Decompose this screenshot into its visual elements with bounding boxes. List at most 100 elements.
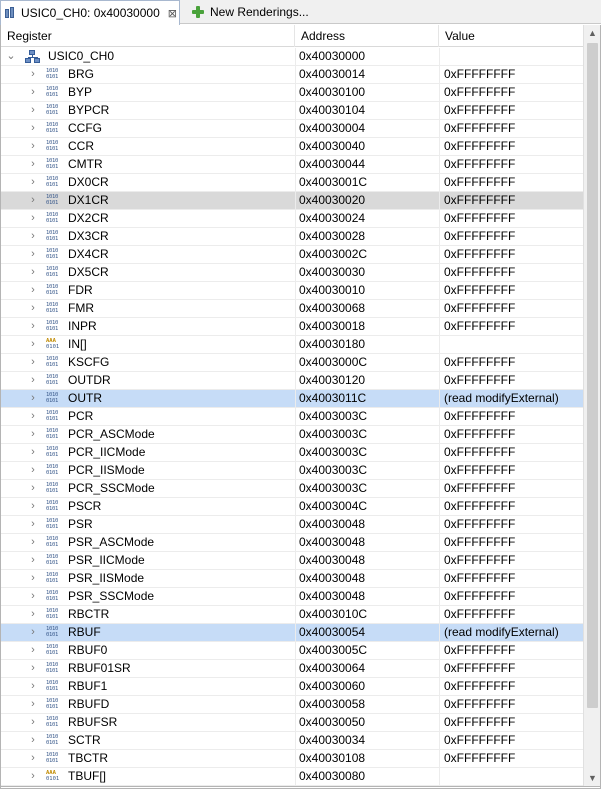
chevron-down-icon[interactable]: ⌄ (6, 48, 16, 65)
value-cell[interactable]: 0xFFFFFFFF (439, 714, 583, 732)
table-row[interactable]: › 1010 0101 PCR_ASCMode 0x4003003C 0xFFFFFFFF (1, 426, 583, 444)
value-cell[interactable]: 0xFFFFFFFF (439, 660, 583, 678)
scroll-up-arrow-icon[interactable]: ▲ (584, 25, 601, 42)
value-cell[interactable]: 0xFFFFFFFF (439, 120, 583, 138)
value-cell[interactable]: 0xFFFFFFFF (439, 282, 583, 300)
chevron-right-icon[interactable]: › (28, 336, 38, 353)
table-row[interactable]: › AAA 0101 TBUF[] 0x40030080 (1, 768, 583, 786)
value-cell[interactable]: (read modifyExternal) (439, 390, 583, 408)
table-row[interactable]: › 1010 0101 BRG 0x40030014 0xFFFFFFFF (1, 66, 583, 84)
table-row[interactable]: › 1010 0101 PCR 0x4003003C 0xFFFFFFFF (1, 408, 583, 426)
chevron-right-icon[interactable]: › (28, 678, 38, 695)
table-row[interactable]: › 1010 0101 DX3CR 0x40030028 0xFFFFFFFF (1, 228, 583, 246)
table-row[interactable]: › 1010 0101 DX1CR 0x40030020 0xFFFFFFFF (1, 192, 583, 210)
value-cell[interactable]: 0xFFFFFFFF (439, 318, 583, 336)
chevron-right-icon[interactable]: › (28, 570, 38, 587)
chevron-right-icon[interactable]: › (28, 606, 38, 623)
chevron-right-icon[interactable]: › (28, 372, 38, 389)
value-cell[interactable]: 0xFFFFFFFF (439, 606, 583, 624)
chevron-right-icon[interactable]: › (28, 66, 38, 83)
chevron-right-icon[interactable]: › (28, 156, 38, 173)
chevron-right-icon[interactable]: › (28, 120, 38, 137)
value-cell[interactable]: 0xFFFFFFFF (439, 696, 583, 714)
value-cell[interactable]: 0xFFFFFFFF (439, 516, 583, 534)
close-tab-icon[interactable]: ⊠ (168, 7, 177, 20)
table-row[interactable]: › 1010 0101 FMR 0x40030068 0xFFFFFFFF (1, 300, 583, 318)
table-row[interactable]: › 1010 0101 PSR_ASCMode 0x40030048 0xFFFFFFFF (1, 534, 583, 552)
chevron-right-icon[interactable]: › (28, 426, 38, 443)
table-row[interactable]: › 1010 0101 PCR_IICMode 0x4003003C 0xFFFFFFFF (1, 444, 583, 462)
table-row[interactable]: › 1010 0101 PSR 0x40030048 0xFFFFFFFF (1, 516, 583, 534)
chevron-right-icon[interactable]: › (28, 246, 38, 263)
value-cell[interactable]: 0xFFFFFFFF (439, 192, 583, 210)
value-cell[interactable]: 0xFFFFFFFF (439, 498, 583, 516)
chevron-right-icon[interactable]: › (28, 192, 38, 209)
chevron-right-icon[interactable]: › (28, 102, 38, 119)
chevron-right-icon[interactable]: › (28, 300, 38, 317)
value-cell[interactable] (439, 336, 583, 354)
table-row[interactable]: › 1010 0101 PSR_SSCMode 0x40030048 0xFFFFFFFF (1, 588, 583, 606)
value-cell[interactable]: 0xFFFFFFFF (439, 354, 583, 372)
value-cell[interactable]: 0xFFFFFFFF (439, 300, 583, 318)
value-cell[interactable]: 0xFFFFFFFF (439, 246, 583, 264)
table-row[interactable]: › 1010 0101 RBUF01SR 0x40030064 0xFFFFFFFF (1, 660, 583, 678)
table-row[interactable]: › 1010 0101 OUTDR 0x40030120 0xFFFFFFFF (1, 372, 583, 390)
value-cell[interactable]: 0xFFFFFFFF (439, 84, 583, 102)
tab-new-renderings[interactable]: New Renderings... (183, 0, 309, 24)
table-row[interactable]: › 1010 0101 RBUF 0x40030054 (read modifyExter… (1, 624, 583, 642)
table-row[interactable]: › 1010 0101 RBUF0 0x4003005C 0xFFFFFFFF (1, 642, 583, 660)
value-cell[interactable]: 0xFFFFFFFF (439, 570, 583, 588)
chevron-right-icon[interactable]: › (28, 516, 38, 533)
table-row[interactable]: › 1010 0101 KSCFG 0x4003000C 0xFFFFFFFF (1, 354, 583, 372)
scrollbar-thumb[interactable] (587, 43, 598, 708)
chevron-right-icon[interactable]: › (28, 282, 38, 299)
scroll-down-arrow-icon[interactable]: ▼ (584, 770, 601, 787)
chevron-right-icon[interactable]: › (28, 444, 38, 461)
chevron-right-icon[interactable]: › (28, 714, 38, 731)
chevron-right-icon[interactable]: › (28, 138, 38, 155)
vertical-scrollbar[interactable]: ▲ ▼ (583, 25, 600, 787)
table-row[interactable]: › 1010 0101 RBUF1 0x40030060 0xFFFFFFFF (1, 678, 583, 696)
value-cell[interactable]: 0xFFFFFFFF (439, 408, 583, 426)
chevron-right-icon[interactable]: › (28, 696, 38, 713)
chevron-right-icon[interactable]: › (28, 588, 38, 605)
chevron-right-icon[interactable]: › (28, 390, 38, 407)
value-cell[interactable]: 0xFFFFFFFF (439, 588, 583, 606)
table-row[interactable]: › 1010 0101 INPR 0x40030018 0xFFFFFFFF (1, 318, 583, 336)
table-row[interactable]: › 1010 0101 RBCTR 0x4003010C 0xFFFFFFFF (1, 606, 583, 624)
table-row[interactable]: › 1010 0101 FDR 0x40030010 0xFFFFFFFF (1, 282, 583, 300)
value-cell[interactable]: 0xFFFFFFFF (439, 462, 583, 480)
table-row[interactable]: › 1010 0101 RBUFD 0x40030058 0xFFFFFFFF (1, 696, 583, 714)
table-row[interactable]: › 1010 0101 PCR_SSCMode 0x4003003C 0xFFFFFFFF (1, 480, 583, 498)
table-row-root[interactable]: ⌄ USIC0_CH0 0x40030000 (1, 48, 583, 66)
value-cell[interactable]: 0xFFFFFFFF (439, 678, 583, 696)
table-row[interactable]: › 1010 0101 BYPCR 0x40030104 0xFFFFFFFF (1, 102, 583, 120)
value-cell[interactable]: (read modifyExternal) (439, 624, 583, 642)
table-row[interactable]: › 1010 0101 OUTR 0x4003011C (read modifyExter… (1, 390, 583, 408)
value-cell[interactable] (439, 768, 583, 786)
table-row[interactable]: › 1010 0101 DX0CR 0x4003001C 0xFFFFFFFF (1, 174, 583, 192)
chevron-right-icon[interactable]: › (28, 642, 38, 659)
table-row[interactable]: › 1010 0101 DX4CR 0x4003002C 0xFFFFFFFF (1, 246, 583, 264)
chevron-right-icon[interactable]: › (28, 552, 38, 569)
value-cell[interactable]: 0xFFFFFFFF (439, 642, 583, 660)
table-row[interactable]: › 1010 0101 PSCR 0x4003004C 0xFFFFFFFF (1, 498, 583, 516)
chevron-right-icon[interactable]: › (28, 462, 38, 479)
value-cell[interactable]: 0xFFFFFFFF (439, 66, 583, 84)
chevron-right-icon[interactable]: › (28, 408, 38, 425)
table-row[interactable]: › 1010 0101 CMTR 0x40030044 0xFFFFFFFF (1, 156, 583, 174)
value-cell[interactable]: 0xFFFFFFFF (439, 228, 583, 246)
chevron-right-icon[interactable]: › (28, 318, 38, 335)
column-header-address[interactable]: Address (295, 25, 439, 47)
table-row[interactable]: › 1010 0101 TBCTR 0x40030108 0xFFFFFFFF (1, 750, 583, 768)
value-cell[interactable]: 0xFFFFFFFF (439, 732, 583, 750)
table-row[interactable]: › 1010 0101 PSR_IISMode 0x40030048 0xFFFFFFFF (1, 570, 583, 588)
chevron-right-icon[interactable]: › (28, 228, 38, 245)
value-cell[interactable]: 0xFFFFFFFF (439, 750, 583, 768)
column-header-register[interactable]: Register (1, 25, 295, 47)
table-row[interactable]: › 1010 0101 CCFG 0x40030004 0xFFFFFFFF (1, 120, 583, 138)
value-cell[interactable]: 0xFFFFFFFF (439, 264, 583, 282)
table-row[interactable]: › 1010 0101 PCR_IISMode 0x4003003C 0xFFFFFFFF (1, 462, 583, 480)
value-cell[interactable]: 0xFFFFFFFF (439, 444, 583, 462)
value-cell[interactable]: 0xFFFFFFFF (439, 480, 583, 498)
